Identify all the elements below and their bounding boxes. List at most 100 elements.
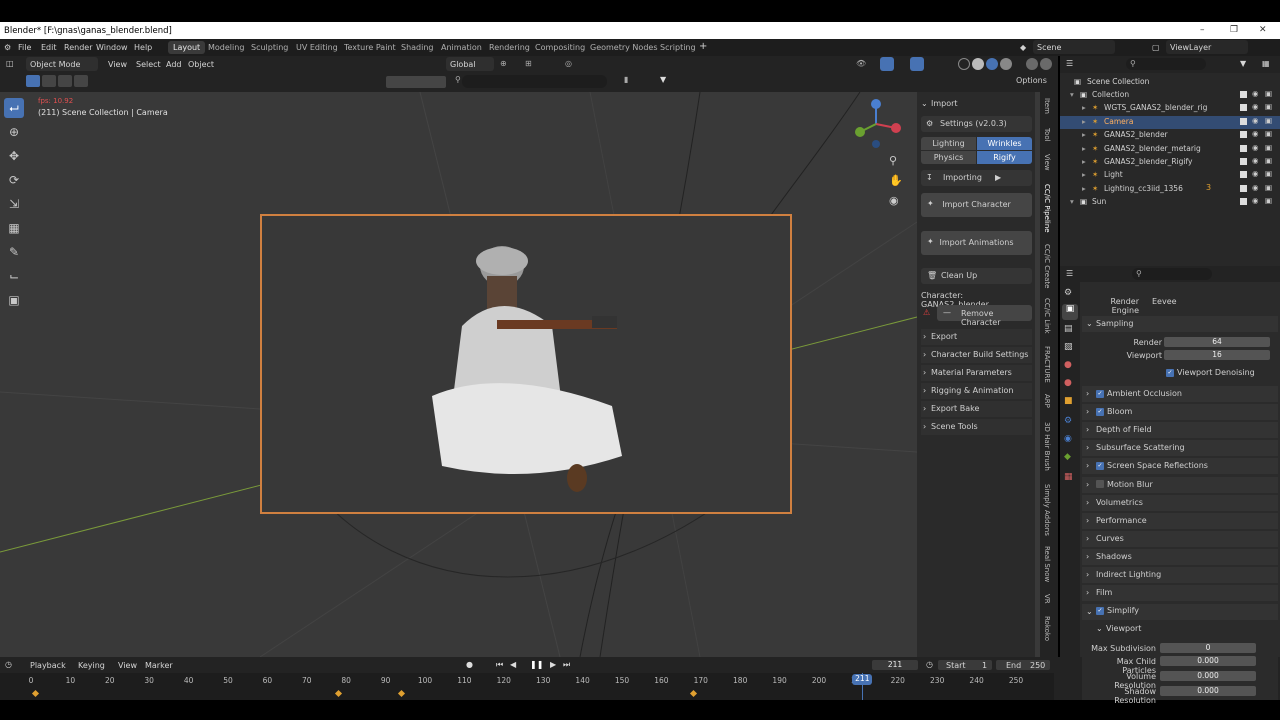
eye-icon[interactable]: ◉: [1252, 196, 1259, 205]
gizmo-toggle[interactable]: [880, 57, 894, 71]
shadow-resolution-field[interactable]: 0.000: [1160, 686, 1256, 696]
property-panel-header[interactable]: › ✓ Ambient Occlusion: [1082, 386, 1278, 402]
tab-arp[interactable]: ARP: [1043, 394, 1051, 408]
eye-icon[interactable]: ◉: [1252, 183, 1259, 192]
camera-render-icon[interactable]: ▣: [1265, 169, 1272, 178]
select-subtract-mode-icon[interactable]: [58, 75, 72, 87]
property-panel-header[interactable]: › Motion Blur: [1082, 476, 1278, 493]
constraints-tab-icon[interactable]: ◆: [1064, 452, 1071, 462]
pause-icon[interactable]: ❚❚: [530, 660, 543, 669]
jump-end-icon[interactable]: ⏭: [563, 660, 570, 670]
select-tool-icon[interactable]: ⮠: [4, 98, 24, 118]
cursor-tool-icon[interactable]: ⊕: [4, 122, 24, 142]
camera-render-icon[interactable]: ▣: [1265, 156, 1272, 165]
menu-help[interactable]: Help: [134, 43, 152, 52]
menu-edit[interactable]: Edit: [41, 43, 57, 52]
viewport-search-input[interactable]: [462, 75, 607, 88]
properties-search-input[interactable]: [1132, 268, 1212, 280]
tab-cc-ic-pipeline[interactable]: CC/iC Pipeline: [1043, 184, 1051, 233]
importing-row[interactable]: ↧ Importing ▶: [921, 170, 1032, 186]
jump-keyframe-back-icon[interactable]: ◀: [510, 660, 516, 669]
options-menu[interactable]: Options: [1016, 76, 1047, 85]
exclude-checkbox[interactable]: [1240, 158, 1247, 165]
menu-marker[interactable]: Marker: [145, 661, 173, 670]
tab-item[interactable]: Item: [1043, 98, 1051, 114]
eye-icon[interactable]: ◉: [1252, 129, 1259, 138]
minimize-icon[interactable]: –: [1200, 25, 1205, 35]
tab-3d-hair-brush[interactable]: 3D Hair Brush: [1043, 422, 1051, 471]
xray-icon[interactable]: [1040, 58, 1052, 70]
tab-fracture[interactable]: FRACTURE: [1043, 346, 1051, 383]
shading-options-icon[interactable]: [1026, 58, 1038, 70]
transform-tool-icon[interactable]: ▦: [4, 218, 24, 238]
eye-icon[interactable]: ◉: [1252, 89, 1259, 98]
keyframe-marker[interactable]: [689, 689, 697, 698]
viewport-samples-field[interactable]: 16: [1164, 350, 1270, 360]
expand-arrow-icon[interactable]: ▸: [1082, 170, 1086, 179]
selectability-toggles[interactable]: [386, 76, 446, 88]
tab-compositing[interactable]: Compositing: [530, 41, 590, 54]
overlay-toggle[interactable]: [910, 57, 924, 71]
expand-arrow-icon[interactable]: ▾: [1070, 197, 1074, 206]
checkbox-checked-icon[interactable]: ✓: [1096, 389, 1104, 398]
expand-arrow-icon[interactable]: ▾: [1070, 90, 1074, 99]
blender-logo-icon[interactable]: ⚙: [4, 43, 11, 52]
eye-icon[interactable]: ◉: [1252, 169, 1259, 178]
timeline-editor-icon[interactable]: ◷: [5, 660, 12, 669]
camera-render-icon[interactable]: ▣: [1265, 129, 1272, 138]
select-invert-mode-icon[interactable]: [74, 75, 88, 87]
outliner-row-scene-collection[interactable]: ▣ Scene Collection: [1060, 76, 1280, 89]
expand-arrow-icon[interactable]: ▸: [1082, 157, 1086, 166]
section-export[interactable]: › Export: [921, 329, 1032, 345]
menu-add[interactable]: Add: [166, 60, 182, 69]
tab-layout[interactable]: Layout: [168, 41, 206, 54]
outliner-row[interactable]: ▸ ✶ GANAS2_blender_Rigify ◉ ▣: [1060, 156, 1280, 169]
timeline-ruler[interactable]: 0 10 20 30 40 50 60 70 80 90 100 110 120 130 140 150 160…: [0, 673, 1054, 700]
exclude-checkbox[interactable]: [1240, 117, 1247, 125]
mode-selector[interactable]: Object Mode: [26, 57, 98, 71]
shading-rendered-icon[interactable]: [1000, 58, 1012, 70]
property-panel-header[interactable]: › Shadows: [1082, 548, 1278, 565]
end-frame-field[interactable]: End 250: [996, 660, 1050, 670]
property-panel-header[interactable]: › Volumetrics: [1082, 494, 1278, 511]
exclude-checkbox[interactable]: [1240, 91, 1247, 98]
expand-arrow-icon[interactable]: ▸: [1082, 184, 1086, 193]
add-workspace-icon[interactable]: +: [699, 41, 707, 52]
properties-editor-icon[interactable]: ☰: [1066, 269, 1073, 278]
menu-timeline-view[interactable]: View: [118, 661, 137, 670]
expand-arrow-icon[interactable]: ▸: [1082, 144, 1086, 153]
scale-tool-icon[interactable]: ⇲: [4, 194, 24, 214]
tab-rendering[interactable]: Rendering: [484, 41, 535, 54]
section-scene-tools[interactable]: › Scene Tools: [921, 419, 1032, 435]
section-rigging-animation[interactable]: › Rigging & Animation: [921, 383, 1032, 399]
filter-icon[interactable]: ▼: [660, 75, 666, 84]
outliner-row[interactable]: ▾ ▣ Sun ◉ ▣: [1060, 196, 1280, 209]
eye-icon[interactable]: ◉: [1252, 156, 1259, 165]
section-export-bake[interactable]: › Export Bake: [921, 401, 1032, 417]
shading-material-icon[interactable]: [986, 58, 998, 70]
pan-hand-icon[interactable]: ✋: [889, 174, 903, 187]
move-tool-icon[interactable]: ✥: [4, 146, 24, 166]
outliner-search-input[interactable]: [1126, 58, 1206, 70]
tab-geometry-nodes[interactable]: Geometry Nodes: [585, 41, 662, 54]
physics-toggle[interactable]: Physics: [921, 151, 976, 164]
menu-object[interactable]: Object: [188, 60, 214, 69]
record-icon[interactable]: ●: [466, 660, 473, 669]
max-child-particles-field[interactable]: 0.000: [1160, 656, 1256, 666]
outliner-row[interactable]: ▾ ▣ Collection ◉ ▣: [1060, 89, 1280, 102]
bookmark-icon[interactable]: ▮: [624, 75, 628, 84]
start-frame-field[interactable]: Start 1: [938, 660, 992, 670]
property-panel-header[interactable]: › Performance: [1082, 512, 1278, 529]
camera-view-icon[interactable]: ◉: [889, 194, 899, 207]
import-character-button[interactable]: ✦ Import Character: [921, 193, 1032, 217]
exclude-checkbox[interactable]: [1240, 131, 1247, 139]
outliner-row[interactable]: ▸ ✶ Camera ◉ ▣: [1060, 115, 1280, 129]
import-animations-button[interactable]: ✦ Import Animations: [921, 231, 1032, 255]
remove-character-button[interactable]: — Remove Character: [937, 305, 1032, 327]
clean-up-button[interactable]: 🗑 Clean Up: [921, 268, 1032, 284]
playhead-frame-label[interactable]: 211: [852, 674, 873, 685]
outliner-editor-icon[interactable]: ☰: [1066, 59, 1073, 68]
tab-real-snow[interactable]: Real Snow: [1043, 546, 1051, 582]
eye-icon[interactable]: ◉: [1252, 102, 1259, 111]
keyframe-marker[interactable]: [398, 689, 406, 698]
